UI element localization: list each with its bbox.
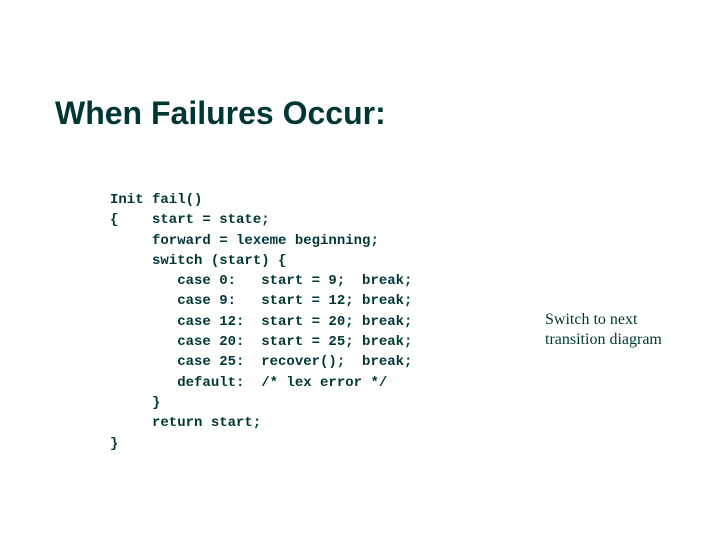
slide-title: When Failures Occur: bbox=[55, 95, 386, 132]
code-block: Init fail() { start = state; forward = l… bbox=[110, 190, 412, 454]
slide: When Failures Occur: Init fail() { start… bbox=[0, 0, 720, 540]
annotation-text: Switch to next transition diagram bbox=[545, 310, 695, 350]
